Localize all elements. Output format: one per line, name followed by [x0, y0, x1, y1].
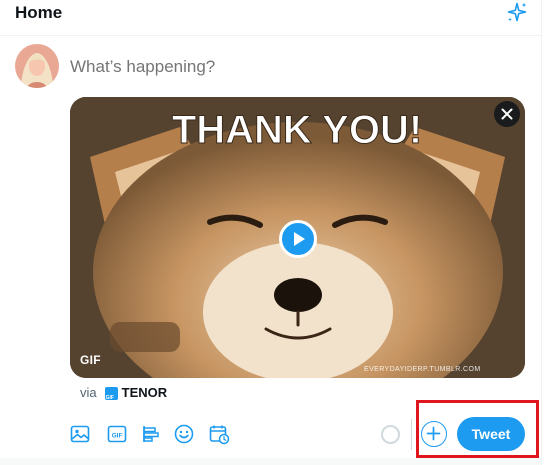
character-counter-icon: [381, 425, 400, 444]
play-icon: [294, 232, 305, 246]
tenor-logo-icon: GIF: [104, 386, 118, 401]
avatar[interactable]: [15, 44, 59, 88]
remove-media-button[interactable]: [494, 101, 520, 127]
svg-text:GIF: GIF: [112, 433, 123, 440]
page-title: Home: [15, 3, 63, 22]
timeline-header: Home: [0, 0, 541, 36]
section-separator: [0, 458, 541, 465]
image-icon[interactable]: [69, 423, 91, 445]
gif-attribution: via GIF TENOR: [80, 385, 167, 401]
play-gif-button[interactable]: [279, 220, 317, 258]
column-divider: [541, 0, 542, 465]
sparkle-icon[interactable]: [505, 1, 529, 25]
gif-watermark: EVERYDAYIDERP.TUMBLR.COM: [364, 366, 481, 373]
gif-caption-text: THANK YOU!: [172, 108, 422, 152]
schedule-icon[interactable]: [208, 423, 230, 445]
highlight-box: [416, 400, 539, 458]
poll-icon[interactable]: [140, 423, 162, 445]
compose-input[interactable]: [70, 56, 510, 78]
gif-badge: GIF: [80, 353, 101, 367]
gif-icon[interactable]: GIF: [106, 423, 128, 445]
attribution-via: via: [80, 385, 97, 400]
attribution-brand: TENOR: [121, 385, 168, 400]
emoji-icon[interactable]: [173, 423, 195, 445]
close-icon: [501, 108, 513, 120]
toolbar-divider: [411, 419, 412, 450]
tenor-logo-text: GIF: [105, 394, 114, 401]
